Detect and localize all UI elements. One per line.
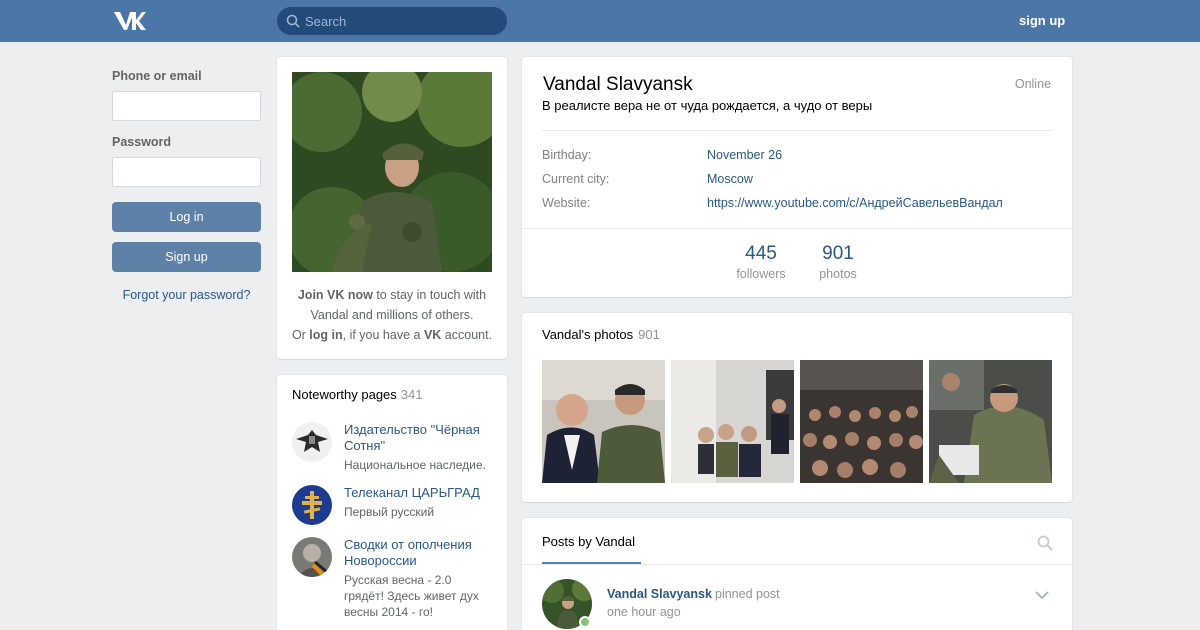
join-text-2: , if you have a (342, 328, 424, 342)
forgot-password-link[interactable]: Forgot your password? (112, 288, 261, 302)
tab-posts-by-vandal[interactable]: Posts by Vandal (542, 534, 635, 549)
profile-info-card: Vandal Slavyansk Online В реалисте вера … (522, 57, 1072, 297)
photos-counter[interactable]: 901 photos (812, 243, 864, 281)
page-name[interactable]: Издательство "Чёрная Сотня" (344, 422, 494, 454)
join-prompt: Join VK now to stay in touch with Vandal… (287, 285, 497, 345)
page-description: Национальное наследие. (344, 458, 486, 472)
noteworthy-count: 341 (400, 387, 423, 402)
noteworthy-pages-card: Noteworthy pages 341 Издательство "Чёрная… (277, 375, 507, 630)
page-name[interactable]: Телеканал ЦАРЬГРАД (344, 485, 494, 501)
online-indicator (579, 616, 591, 628)
website-link[interactable]: https://www.youtube.com/c/АндрейСавельев… (707, 196, 1003, 210)
search-input[interactable] (305, 7, 500, 35)
join-or-text: Or (291, 328, 310, 342)
photo-image (542, 360, 665, 483)
photo-thumbnail[interactable] (542, 360, 665, 483)
join-login-link[interactable]: log in (309, 328, 342, 342)
login-button[interactable]: Log in (112, 202, 261, 232)
page-name[interactable]: Сводки от ополчения Новороссии (344, 537, 494, 569)
page-avatar[interactable] (292, 485, 332, 525)
photo-thumbnail[interactable] (929, 360, 1052, 483)
signup-button[interactable]: Sign up (112, 242, 261, 272)
photos-title[interactable]: Vandal's photos 901 (542, 327, 660, 342)
posts-card: Posts by Vandal Vandal Slavyansk pinned … (522, 518, 1072, 630)
birthday-value[interactable]: November 26 (707, 148, 782, 162)
header-signup-link[interactable]: sign up (1019, 13, 1065, 28)
soldier-photo-icon (292, 537, 332, 577)
photo-image (929, 360, 1052, 483)
page-avatar[interactable] (292, 537, 332, 577)
photo-image (671, 360, 794, 483)
city-value[interactable]: Moscow (707, 172, 753, 186)
photos-title-count: 901 (638, 327, 660, 342)
search-icon (286, 14, 300, 28)
eagle-emblem-icon (292, 422, 332, 462)
noteworthy-title-text: Noteworthy pages (292, 387, 397, 402)
divider (542, 130, 1052, 131)
followers-count: 445 (745, 243, 777, 264)
photo-image (800, 360, 923, 483)
vk-logo-icon[interactable] (112, 10, 146, 32)
birthday-label: Birthday: (542, 148, 592, 162)
post-timestamp[interactable]: one hour ago (607, 605, 681, 619)
post-author-name[interactable]: Vandal Slavyansk (607, 587, 712, 601)
divider (522, 228, 1072, 229)
join-vk-text: VK (423, 328, 442, 342)
followers-label: followers (736, 267, 786, 281)
photos-label: photos (819, 267, 857, 281)
chevron-down-icon[interactable] (1035, 590, 1049, 600)
noteworthy-title[interactable]: Noteworthy pages 341 (292, 387, 422, 402)
online-status: Online (1014, 77, 1051, 91)
phone-label: Phone or email (112, 69, 202, 83)
website-label: Website: (542, 196, 591, 210)
search-box[interactable] (277, 7, 507, 35)
followers-counter[interactable]: 445 followers (727, 243, 795, 281)
profile-avatar-card: Join VK now to stay in touch with Vandal… (277, 57, 507, 359)
page-avatar[interactable] (292, 422, 332, 462)
join-vk-now-text: Join VK now (297, 288, 373, 302)
page-description: Русская весна - 2.0 грядёт! Здесь живет … (344, 573, 479, 619)
search-icon[interactable] (1037, 535, 1053, 551)
orthodox-cross-icon (292, 485, 332, 525)
profile-photo-image (292, 72, 492, 272)
city-label: Current city: (542, 172, 610, 186)
photos-count: 901 (822, 243, 854, 264)
page-description: Первый русский (344, 505, 435, 519)
phone-field[interactable] (112, 91, 261, 121)
join-text-3: account. (441, 328, 493, 342)
profile-name: Vandal Slavyansk (543, 74, 693, 95)
password-label: Password (112, 135, 172, 149)
password-field[interactable] (112, 157, 261, 187)
divider (522, 564, 1072, 565)
profile-status-text: В реалисте вера не от чуда рождается, а … (542, 98, 873, 113)
top-header: sign up (0, 0, 1200, 42)
photo-thumbnail[interactable] (671, 360, 794, 483)
profile-photo[interactable] (292, 72, 492, 272)
photos-title-text: Vandal's photos (542, 327, 634, 342)
photo-thumbnail[interactable] (800, 360, 923, 483)
photos-card: Vandal's photos 901 (522, 313, 1072, 502)
pinned-post-label: pinned post (715, 587, 780, 601)
